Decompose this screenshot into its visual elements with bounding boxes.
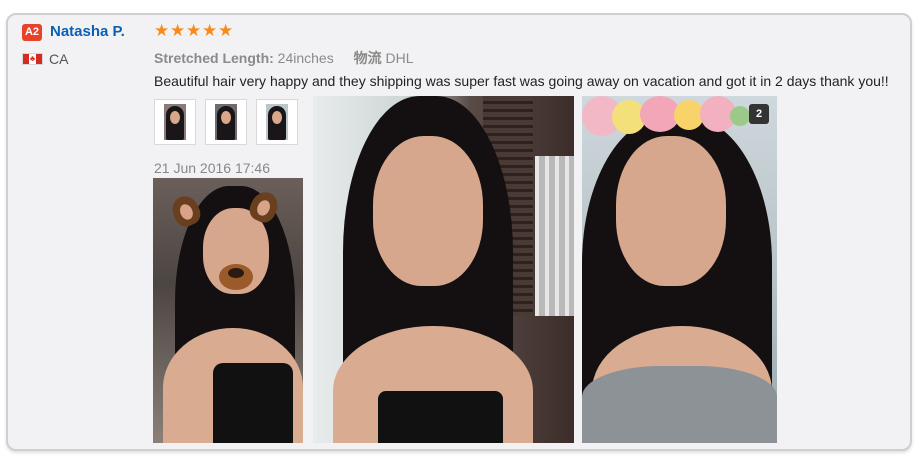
attribute-key: Stretched Length:: [154, 50, 274, 66]
star-icon: ★: [186, 21, 202, 40]
attribute-key: 物流: [353, 50, 382, 66]
photo-thumbnail[interactable]: [154, 99, 196, 145]
product-attributes: Stretched Length: 24inches 物流 DHL: [154, 48, 430, 68]
attribute-value: 24inches: [277, 50, 334, 66]
star-icon: ★: [170, 21, 186, 40]
photo-thumbnail[interactable]: [256, 99, 298, 145]
star-icon: ★: [202, 21, 218, 40]
photo-count-badge: 2: [749, 104, 769, 124]
reviewer-country: CA: [49, 51, 69, 67]
review-text: Beautiful hair very happy and they shipp…: [154, 73, 889, 89]
customer-photo[interactable]: 2: [582, 96, 777, 443]
canada-flag-icon: ♣: [22, 53, 43, 65]
photo-thumbnail[interactable]: [205, 99, 247, 145]
customer-photo[interactable]: [153, 178, 303, 443]
star-rating: ★ ★ ★ ★ ★: [154, 21, 234, 40]
review-date: 21 Jun 2016 17:46: [154, 160, 270, 176]
photo-thumbnails: [154, 99, 298, 145]
star-icon: ★: [218, 21, 234, 40]
attribute-value: DHL: [385, 50, 414, 66]
star-icon: ★: [154, 21, 170, 40]
reviewer-name[interactable]: Natasha P.: [50, 23, 125, 40]
buyer-level-badge: A2: [22, 24, 42, 41]
customer-photo[interactable]: [313, 96, 574, 443]
